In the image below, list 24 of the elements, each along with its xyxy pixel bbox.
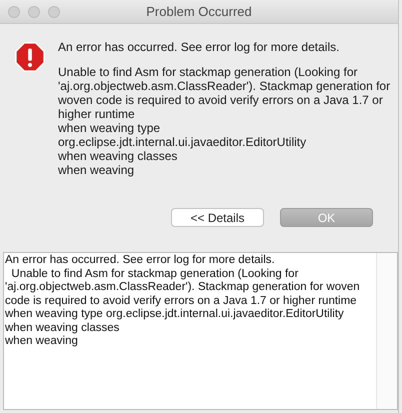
details-line: An error has occurred. See error log for more details. bbox=[5, 254, 276, 268]
error-icon bbox=[15, 42, 45, 72]
close-button[interactable] bbox=[8, 6, 20, 18]
error-message-line: when weaving bbox=[58, 163, 136, 177]
details-line: code is required to avoid verify errors on a Java 1.7 or higher runtime bbox=[5, 294, 358, 308]
error-message-line: woven code is required to avoid verify errors on a Java 1.7 or bbox=[58, 93, 384, 107]
error-message-line: org.eclipse.jdt.internal.ui.javaeditor.EditorUtility bbox=[58, 135, 308, 149]
error-message-line: when weaving type bbox=[58, 121, 162, 135]
error-message-line: Unable to find Asm for stackmap generation (Looking for bbox=[58, 65, 358, 79]
details-line: when weaving classes bbox=[5, 322, 120, 335]
details-line: when weaving bbox=[5, 335, 79, 348]
details-text-area[interactable] bbox=[3, 252, 398, 410]
zoom-button[interactable] bbox=[48, 6, 60, 18]
error-message-line: higher runtime bbox=[58, 107, 136, 121]
window-title: Problem Occurred bbox=[145, 4, 253, 19]
error-message-line: when weaving classes bbox=[58, 149, 178, 163]
details-line: Unable to find Asm for stackmap generation (Looking for bbox=[10, 268, 300, 281]
error-message-line: 'aj.org.objectweb.asm.ClassReader'). Stackmap generation for bbox=[58, 79, 390, 93]
scrollbar-track[interactable] bbox=[376, 253, 397, 409]
details-button[interactable]: << Details bbox=[171, 208, 264, 227]
error-summary: An error has occurred. See error log for more details. bbox=[58, 40, 340, 55]
details-line: when weaving type org.eclipse.jdt.internal.ui.javaeditor.EditorUtility bbox=[5, 308, 345, 322]
minimize-button[interactable] bbox=[28, 6, 40, 18]
details-line: 'aj.org.objectweb.asm.ClassReader'). Stackmap generation for woven bbox=[5, 281, 361, 294]
